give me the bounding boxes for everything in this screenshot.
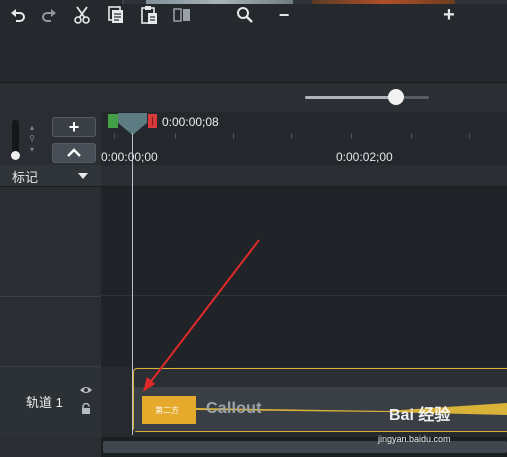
watermark-logo: Bai 经验	[389, 407, 451, 424]
copy-icon[interactable]	[106, 4, 126, 26]
zoom-in-icon[interactable]: +	[440, 4, 458, 26]
markers-label: 标记	[12, 170, 39, 185]
collapse-button[interactable]	[52, 143, 96, 163]
cut-icon[interactable]	[71, 4, 93, 26]
ruler-ticks	[101, 133, 507, 141]
paste-icon[interactable]	[139, 4, 159, 26]
ruler-time-label: 0:00:00;00	[101, 150, 158, 164]
zoom-slider-handle[interactable]	[388, 89, 404, 105]
markers-track[interactable]	[101, 165, 507, 187]
clip-name: Callout	[206, 400, 262, 417]
zoom-out-icon[interactable]: −	[275, 4, 293, 26]
in-point-marker[interactable]	[108, 114, 118, 128]
chevron-up-icon	[67, 148, 81, 157]
undo-icon[interactable]	[8, 4, 28, 26]
lock-icon[interactable]	[81, 403, 91, 415]
ruler-time-label: 0:00:02;00	[336, 150, 393, 164]
playhead-time: 0:00:00;08	[162, 115, 219, 129]
zoom-icon[interactable]	[235, 4, 255, 26]
empty-track-area[interactable]	[101, 296, 507, 366]
callout-thumbnail-text: 第二方	[155, 406, 179, 415]
chevron-down-icon[interactable]	[78, 173, 88, 179]
add-track-button[interactable]: +	[52, 117, 96, 137]
zoom-slider-fill	[305, 96, 395, 99]
playhead-line[interactable]	[132, 133, 133, 435]
track-label: 轨道 1	[26, 395, 63, 410]
out-point-marker[interactable]	[148, 114, 157, 128]
track-height-handle[interactable]	[11, 151, 20, 160]
empty-track-area[interactable]	[101, 188, 507, 296]
split-icon[interactable]	[171, 4, 193, 26]
redo-icon[interactable]	[39, 4, 59, 26]
divider	[0, 296, 101, 297]
media-thumbnail[interactable]	[312, 0, 455, 4]
eye-icon[interactable]	[79, 385, 93, 395]
timeline-toolbar	[0, 82, 507, 112]
media-thumbnail[interactable]	[146, 0, 293, 4]
track-size-icon: ▴ ⚲ ▾	[29, 123, 35, 154]
watermark-url: jingyan.baidu.com	[378, 434, 451, 444]
